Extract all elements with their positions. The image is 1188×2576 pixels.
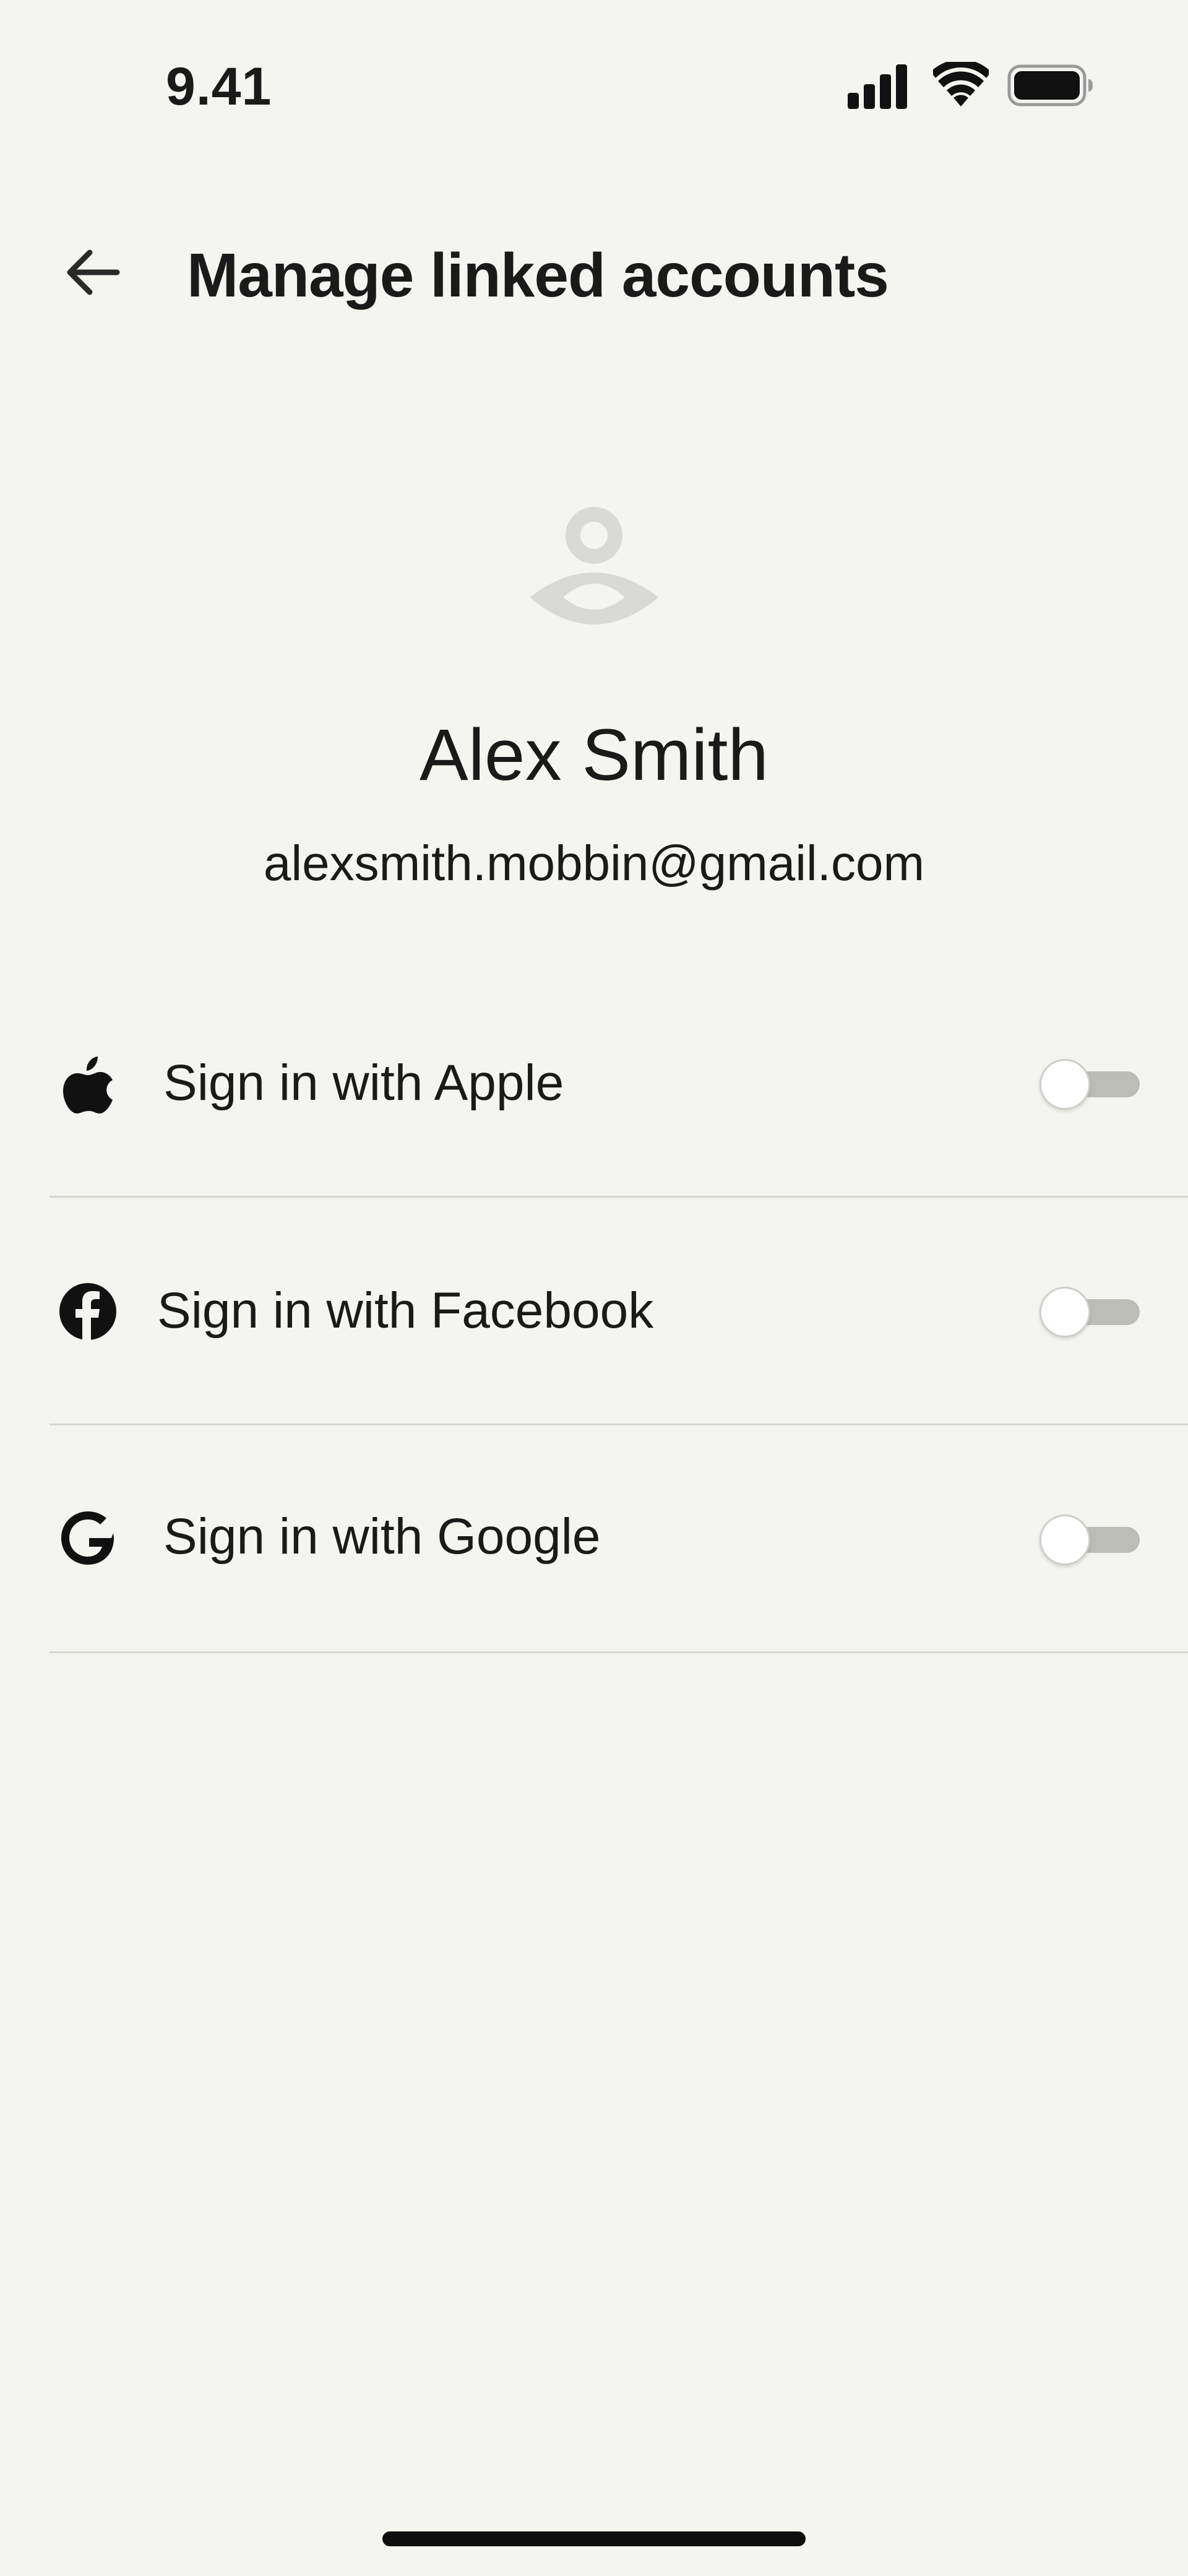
battery-icon: [1007, 64, 1093, 106]
account-label-apple: Sign in with Apple: [163, 1055, 564, 1111]
toggle-apple[interactable]: [1040, 1059, 1140, 1110]
facebook-icon: [56, 1279, 120, 1344]
toggle-facebook[interactable]: [1040, 1287, 1140, 1338]
back-button[interactable]: [56, 235, 130, 309]
linked-accounts-screen: 9.41 Manage linked accounts Alex Smith a…: [0, 0, 1188, 2576]
home-indicator: [382, 2531, 806, 2546]
status-icons: [848, 62, 1093, 111]
toggle-knob: [1040, 1515, 1090, 1565]
user-avatar-icon: [530, 507, 658, 625]
wifi-icon: [933, 62, 989, 106]
page-title: Manage linked accounts: [187, 241, 889, 310]
google-icon: [56, 1506, 120, 1570]
linked-account-facebook: Sign in with Facebook: [50, 1198, 1188, 1425]
profile-name: Alex Smith: [420, 714, 768, 796]
linked-account-apple: Sign in with Apple: [50, 970, 1188, 1198]
arrow-left-icon: [67, 249, 120, 295]
profile-email: alexsmith.mobbin@gmail.com: [263, 836, 925, 891]
account-label-facebook: Sign in with Facebook: [157, 1282, 654, 1339]
toggle-google[interactable]: [1040, 1515, 1140, 1565]
account-label-google: Sign in with Google: [163, 1508, 601, 1565]
status-time: 9.41: [166, 57, 272, 116]
toggle-knob: [1040, 1287, 1090, 1338]
apple-icon: [56, 1052, 120, 1116]
linked-account-google: Sign in with Google: [50, 1425, 1188, 1653]
signal-icon: [848, 64, 907, 109]
toggle-knob: [1040, 1059, 1090, 1110]
